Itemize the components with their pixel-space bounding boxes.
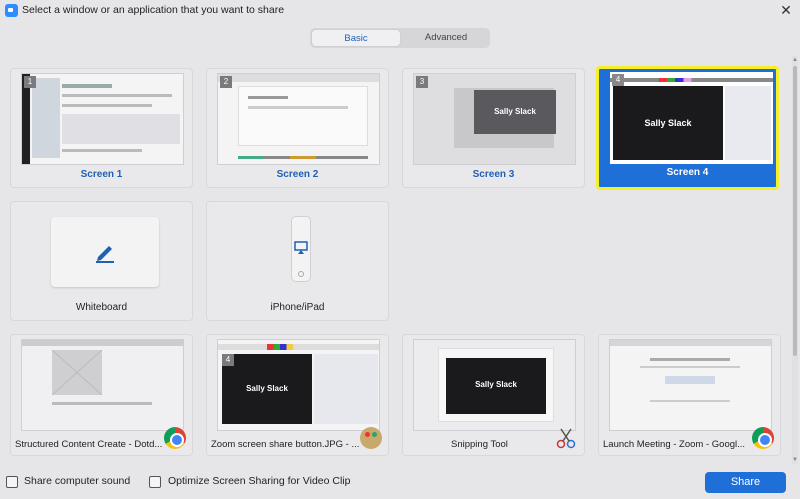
screen-number-badge: 4 xyxy=(222,354,234,366)
scroll-down-arrow-icon[interactable]: ▼ xyxy=(792,456,798,464)
screen-4-thumbnail: Sally Slack 4 xyxy=(610,72,773,164)
window-card-zoom-screen-share[interactable]: Sally Slack 4 Zoom screen share button.J… xyxy=(206,334,389,456)
tab-basic[interactable]: Basic xyxy=(311,29,401,47)
paint-icon xyxy=(360,427,382,449)
snipping-tool-icon xyxy=(556,428,576,449)
chrome-icon xyxy=(164,427,186,449)
screen-number-badge: 3 xyxy=(416,76,428,88)
window-thumbnail: Sally Slack 4 xyxy=(217,339,380,431)
window-thumbnail xyxy=(21,339,184,431)
share-sound-label: Share computer sound xyxy=(24,475,131,487)
whiteboard-card[interactable]: Whiteboard xyxy=(10,201,193,321)
screen-number-badge: 4 xyxy=(612,74,624,86)
optimize-video-label: Optimize Screen Sharing for Video Clip xyxy=(168,475,351,487)
thumbnail-text: Sally Slack xyxy=(644,118,692,128)
window-title: Select a window or an application that y… xyxy=(22,4,285,16)
screen-3-card[interactable]: Sally Slack 3 Screen 3 xyxy=(402,68,585,188)
screen-1-label: Screen 1 xyxy=(80,169,123,180)
screen-4-label: Screen 4 xyxy=(666,167,709,178)
zoom-app-icon xyxy=(5,4,18,17)
screen-4-card[interactable]: Sally Slack 4 Screen 4 xyxy=(596,66,779,190)
window-card-structured-content[interactable]: Structured Content Create - Dotd... xyxy=(10,334,193,456)
whiteboard-label: Whiteboard xyxy=(75,302,128,313)
screen-1-card[interactable]: 1 Screen 1 xyxy=(10,68,193,188)
share-sound-checkbox[interactable] xyxy=(6,476,18,488)
close-button[interactable]: ✕ xyxy=(778,2,794,18)
thumbnail-text: Sally Slack xyxy=(494,107,536,116)
thumbnail-text: Sally Slack xyxy=(475,380,517,389)
screen-number-badge: 1 xyxy=(24,76,36,88)
tab-advanced[interactable]: Advanced xyxy=(402,28,490,48)
airplay-icon xyxy=(294,241,308,254)
window-card-snipping-tool[interactable]: Sally Slack Snipping Tool xyxy=(402,334,585,456)
scrollbar-thumb[interactable] xyxy=(793,66,797,356)
window-label: Launch Meeting - Zoom - Googl... xyxy=(603,439,746,450)
tab-bar: Basic Advanced xyxy=(310,28,490,48)
share-button[interactable]: Share xyxy=(705,472,786,493)
thumbnail-text: Sally Slack xyxy=(246,384,288,393)
window-card-launch-meeting[interactable]: Launch Meeting - Zoom - Googl... xyxy=(598,334,781,456)
screen-2-thumbnail: 2 xyxy=(217,73,380,165)
window-label: Structured Content Create - Dotd... xyxy=(15,439,163,450)
screen-1-thumbnail: 1 xyxy=(21,73,184,165)
whiteboard-preview xyxy=(51,217,159,287)
share-options-grid: 1 Screen 1 2 Screen 2 Sally Slack 3 Scre… xyxy=(0,56,792,464)
optimize-video-checkbox[interactable] xyxy=(149,476,161,488)
screen-3-label: Screen 3 xyxy=(472,169,515,180)
window-thumbnail: Sally Slack xyxy=(413,339,576,431)
phone-preview xyxy=(291,216,311,282)
iphone-ipad-label: iPhone/iPad xyxy=(270,302,325,313)
vertical-scrollbar[interactable]: ▲ ▼ xyxy=(792,56,798,464)
title-bar: Select a window or an application that y… xyxy=(0,0,800,22)
placeholder-image-icon xyxy=(52,350,102,395)
scroll-up-arrow-icon[interactable]: ▲ xyxy=(792,56,798,64)
pencil-icon xyxy=(96,246,114,263)
iphone-ipad-card[interactable]: iPhone/iPad xyxy=(206,201,389,321)
screen-2-label: Screen 2 xyxy=(276,169,319,180)
window-label: Zoom screen share button.JPG - ... xyxy=(211,439,360,450)
bottom-options-bar: Share computer sound Optimize Screen Sha… xyxy=(0,466,800,499)
window-label: Snipping Tool xyxy=(451,439,508,450)
chrome-icon xyxy=(752,427,774,449)
screen-3-thumbnail: Sally Slack 3 xyxy=(413,73,576,165)
window-thumbnail xyxy=(609,339,772,431)
screen-2-card[interactable]: 2 Screen 2 xyxy=(206,68,389,188)
screen-number-badge: 2 xyxy=(220,76,232,88)
